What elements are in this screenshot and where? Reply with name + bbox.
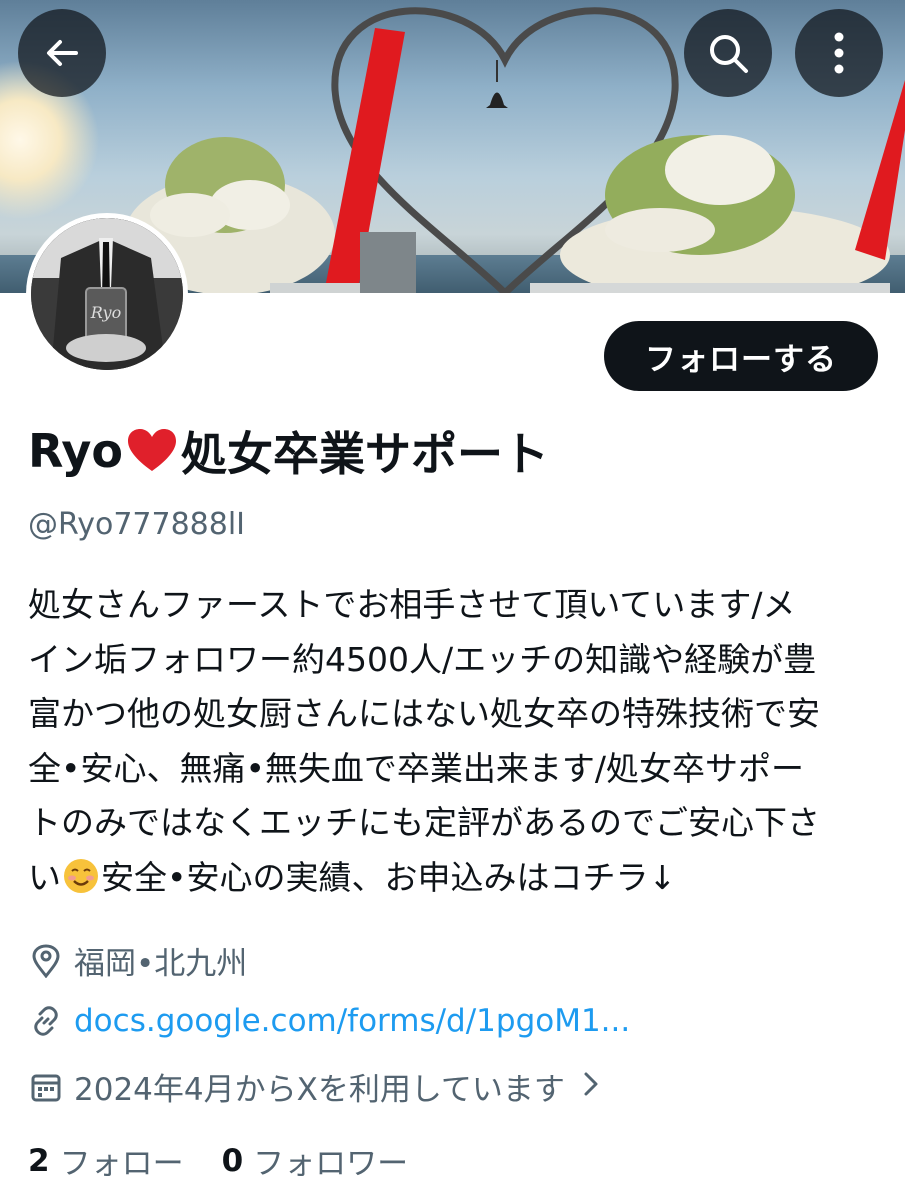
location-pin-icon	[28, 943, 64, 979]
display-name: Ryo 処女卒業サポート	[28, 418, 549, 484]
back-button[interactable]	[18, 9, 106, 97]
arrow-left-icon	[47, 40, 78, 66]
location-text: 福岡•北九州	[74, 946, 248, 982]
red-heart-icon	[127, 429, 176, 471]
more-vertical-icon	[834, 32, 844, 74]
bio-line: イン垢フォロワー約4500人/エッチの知識や経験が豊	[28, 639, 817, 679]
smiling-face-icon	[64, 858, 98, 893]
search-button[interactable]	[684, 9, 772, 97]
follow-button[interactable]: フォローする	[604, 321, 878, 391]
location-row: 福岡•北九州	[28, 938, 247, 983]
avatar-image: Ryo	[31, 218, 183, 370]
display-name-prefix: Ryo	[28, 424, 123, 478]
bio-line: トのみではなくエッチにも定評があるのでご安心下さ	[28, 803, 820, 842]
joined-text: 2024年4月からXを利用しています	[74, 1072, 565, 1108]
display-name-suffix: 処女卒業サポート	[180, 427, 549, 481]
following-count[interactable]: 2	[28, 1143, 50, 1179]
bio-line: 全•安心、無痛•無失血で卒業出来ます/処女卒サポー	[28, 748, 805, 788]
svg-text:Ryo: Ryo	[90, 303, 121, 322]
search-icon	[710, 35, 748, 73]
following-label[interactable]: フォロー	[60, 1138, 184, 1183]
followers-label[interactable]: フォロワー	[253, 1138, 408, 1183]
website-row[interactable]: docs.google.com/forms/d/1pgoM1...	[28, 1003, 630, 1039]
follow-stats: 2 フォロー 0 フォロワー	[28, 1138, 446, 1183]
calendar-icon	[28, 1069, 64, 1105]
bio-line-last: い安全•安心の実績、お申込みはコチラ↓	[28, 851, 888, 906]
link-icon	[28, 1003, 64, 1039]
more-button[interactable]	[795, 9, 883, 97]
chevron-right-icon	[583, 1069, 599, 1105]
website-link[interactable]: docs.google.com/forms/d/1pgoM1...	[74, 1003, 630, 1039]
followers-count[interactable]: 0	[222, 1143, 244, 1179]
bio: 処女さんファーストでお相手させて頂いています/メ イン垢フォロワー約4500人/…	[28, 578, 888, 905]
avatar[interactable]: Ryo	[26, 213, 188, 375]
bio-last-suffix: 安全•安心の実績、お申込みはコチラ↓	[101, 857, 677, 897]
bio-last-prefix: い	[28, 857, 61, 897]
user-handle: @Ryo777888lI	[28, 507, 246, 542]
bio-line: 富かつ他の処女厨さんにはない処女卒の特殊技術で安	[28, 694, 820, 733]
bio-line: 処女さんファーストでお相手させて頂いています/メ	[28, 585, 796, 624]
joined-row[interactable]: 2024年4月からXを利用しています	[28, 1064, 599, 1109]
